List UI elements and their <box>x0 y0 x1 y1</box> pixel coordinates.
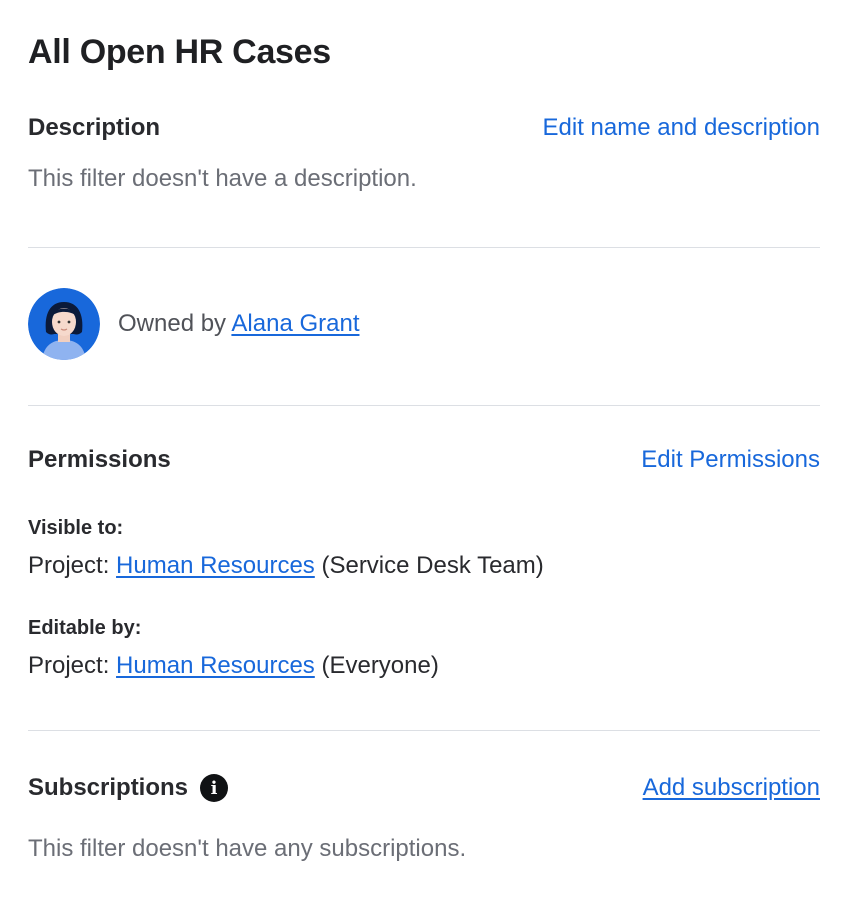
owner-text: Owned by Alana Grant <box>118 310 359 338</box>
editable-by-label: Editable by: <box>28 617 142 639</box>
avatar[interactable] <box>28 288 100 360</box>
editable-by-value: Project: Human Resources (Everyone) <box>28 650 820 682</box>
divider <box>28 730 820 731</box>
avatar-image <box>28 288 100 360</box>
visible-role: (Service Desk Team) <box>321 552 544 579</box>
page-title: All Open HR Cases <box>28 33 331 71</box>
edit-permissions-link[interactable]: Edit Permissions <box>641 444 820 476</box>
project-prefix: Project: <box>28 552 110 579</box>
info-icon[interactable]: i <box>200 774 229 802</box>
subscriptions-heading-wrap: Subscriptions i <box>28 772 229 804</box>
divider <box>28 405 820 406</box>
subscriptions-section: Subscriptions i Add subscription This fi… <box>28 772 820 865</box>
owner-section: Owned by Alana Grant <box>28 288 820 360</box>
editable-by-group: Editable by: Project: Human Resources (E… <box>28 614 820 682</box>
visible-project-link[interactable]: Human Resources <box>116 552 315 579</box>
project-prefix: Project: <box>28 652 110 679</box>
edit-name-description-link[interactable]: Edit name and description <box>543 112 821 144</box>
editable-project-link[interactable]: Human Resources <box>116 652 315 679</box>
editable-role: (Everyone) <box>321 652 439 679</box>
visible-to-label: Visible to: <box>28 517 124 539</box>
permissions-section: Permissions Edit Permissions Visible to:… <box>28 444 820 682</box>
subscriptions-heading: Subscriptions <box>28 774 189 801</box>
visible-to-group: Visible to: Project: Human Resources (Se… <box>28 514 820 582</box>
add-subscription-link[interactable]: Add subscription <box>643 772 820 804</box>
description-section: Description Edit name and description Th… <box>28 112 820 195</box>
divider <box>28 247 820 248</box>
description-text: This filter doesn't have a description. <box>28 165 417 192</box>
visible-to-value: Project: Human Resources (Service Desk T… <box>28 550 820 582</box>
permissions-heading: Permissions <box>28 446 171 473</box>
owner-name-link[interactable]: Alana Grant <box>231 310 359 337</box>
subscriptions-text: This filter doesn't have any subscriptio… <box>28 835 467 862</box>
owned-by-label: Owned by <box>118 310 227 337</box>
description-heading: Description <box>28 114 161 141</box>
filter-details-panel: All Open HR Cases Description Edit name … <box>0 0 846 920</box>
